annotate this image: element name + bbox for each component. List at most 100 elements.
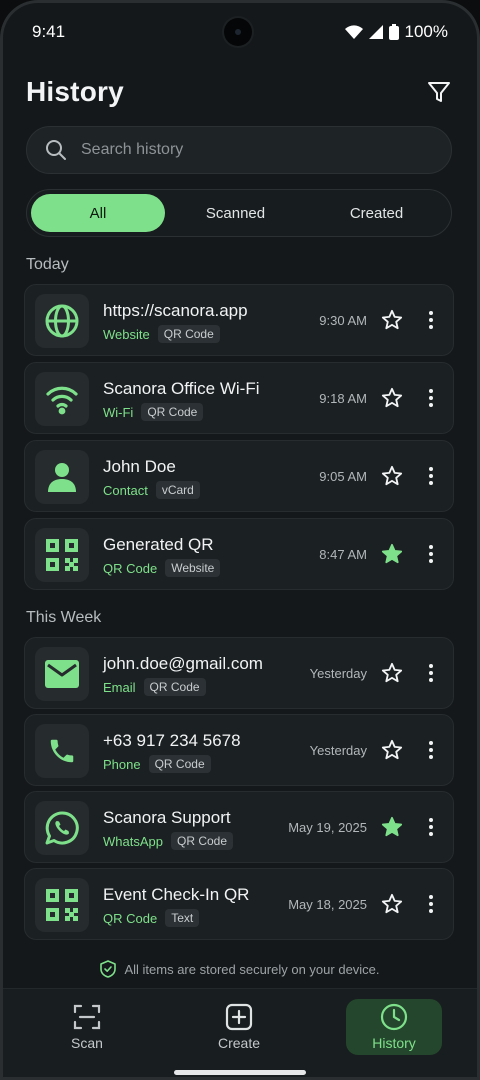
nav-scan[interactable]: Scan — [39, 999, 135, 1055]
more-options-button[interactable] — [423, 893, 439, 915]
nav-scan-label: Scan — [71, 1035, 103, 1051]
item-title: https://scanora.app — [103, 301, 248, 320]
filter-tabs: All Scanned Created — [26, 189, 452, 237]
item-title: John Doe — [103, 457, 176, 476]
app-screen: 9:41 100% History All Scanned Created To… — [0, 0, 480, 1080]
item-type: Contact — [103, 482, 148, 498]
item-title: Generated QR — [103, 535, 214, 554]
item-title: +63 917 234 5678 — [103, 731, 241, 750]
item-badge: QR Code — [141, 403, 204, 421]
item-meta: QR Code Website — [103, 559, 221, 577]
more-options-button[interactable] — [423, 309, 439, 331]
item-badge: QR Code — [157, 325, 220, 343]
section-label-today: Today — [26, 256, 69, 273]
battery-icon — [388, 24, 399, 40]
item-badge: QR Code — [143, 678, 206, 696]
item-icon-tile — [35, 450, 89, 504]
page-title: History — [26, 76, 124, 107]
more-options-button[interactable] — [423, 662, 439, 684]
more-options-button[interactable] — [423, 543, 439, 565]
item-type: Wi-Fi — [103, 404, 134, 420]
item-meta: Contact vCard — [103, 481, 200, 499]
item-time: May 19, 2025 — [288, 820, 367, 835]
nav-create[interactable]: Create — [191, 999, 287, 1055]
search-bar[interactable] — [26, 126, 452, 174]
item-icon-tile — [35, 801, 89, 855]
star-outline-icon[interactable] — [381, 465, 403, 487]
more-options-button[interactable] — [423, 739, 439, 761]
item-meta: Phone QR Code — [103, 755, 211, 773]
item-time: 8:47 AM — [319, 547, 367, 562]
status-time: 9:41 — [32, 22, 66, 41]
tab-created[interactable]: Created — [306, 194, 447, 232]
nav-history-label: History — [372, 1035, 416, 1051]
whatsapp-icon — [45, 811, 79, 845]
item-meta: Email QR Code — [103, 678, 206, 696]
item-title: Scanora Support — [103, 808, 231, 827]
more-vert-icon — [429, 895, 433, 913]
more-options-button[interactable] — [423, 465, 439, 487]
history-item[interactable]: +63 917 234 5678 Phone QR Code Yesterday — [24, 714, 454, 786]
history-item[interactable]: Event Check-In QR QR Code Text May 18, 2… — [24, 868, 454, 940]
item-badge: vCard — [155, 481, 200, 499]
phone-icon — [50, 739, 74, 763]
history-item[interactable]: Scanora Office Wi-Fi Wi-Fi QR Code 9:18 … — [24, 362, 454, 434]
history-item[interactable]: John Doe Contact vCard 9:05 AM — [24, 440, 454, 512]
item-meta: WhatsApp QR Code — [103, 832, 234, 850]
item-type: Email — [103, 679, 136, 695]
more-options-button[interactable] — [423, 387, 439, 409]
scan-icon — [73, 1004, 101, 1030]
bottom-navigation: Scan Create History — [0, 988, 480, 1080]
item-type: Website — [103, 326, 150, 342]
item-badge: QR Code — [170, 832, 234, 850]
qr-code-icon — [46, 539, 78, 571]
item-time: May 18, 2025 — [288, 897, 367, 912]
filter-button[interactable] — [424, 77, 454, 107]
item-time: 9:18 AM — [319, 391, 367, 406]
history-item[interactable]: Scanora Support WhatsApp QR Code May 19,… — [24, 791, 454, 863]
item-meta: Wi-Fi QR Code — [103, 403, 204, 421]
star-outline-icon[interactable] — [381, 739, 403, 761]
item-time: 9:30 AM — [319, 313, 367, 328]
more-vert-icon — [429, 545, 433, 563]
nav-create-label: Create — [217, 1035, 261, 1051]
item-title: Event Check-In QR — [103, 885, 250, 904]
item-icon-tile — [35, 294, 89, 348]
star-outline-icon[interactable] — [381, 387, 403, 409]
history-item[interactable]: Generated QR QR Code Website 8:47 AM — [24, 518, 454, 590]
star-outline-icon[interactable] — [381, 309, 403, 331]
nav-history[interactable]: History — [346, 999, 442, 1055]
item-type: WhatsApp — [103, 833, 163, 849]
tab-all[interactable]: All — [31, 194, 165, 232]
more-vert-icon — [429, 467, 433, 485]
more-vert-icon — [429, 311, 433, 329]
secure-storage-note: All items are stored securely on your de… — [0, 960, 480, 978]
star-outline-icon[interactable] — [381, 662, 403, 684]
history-item[interactable]: john.doe@gmail.com Email QR Code Yesterd… — [24, 637, 454, 709]
item-meta: Website QR Code — [103, 325, 220, 343]
battery-percent: 100% — [404, 22, 448, 41]
star-filled-icon[interactable] — [381, 816, 403, 838]
item-type: QR Code — [103, 560, 158, 576]
tab-scanned[interactable]: Scanned — [165, 194, 306, 232]
search-input[interactable] — [81, 141, 421, 159]
wifi-icon — [46, 386, 78, 415]
home-indicator[interactable] — [174, 1070, 306, 1075]
more-options-button[interactable] — [423, 816, 439, 838]
item-title: john.doe@gmail.com — [103, 654, 263, 673]
plus-square-icon — [225, 1003, 253, 1031]
globe-icon — [45, 304, 79, 338]
item-icon-tile — [35, 372, 89, 426]
item-icon-tile — [35, 647, 89, 701]
signal-icon — [368, 25, 383, 39]
status-icons: 100% — [344, 22, 448, 42]
more-vert-icon — [429, 818, 433, 836]
search-icon — [46, 140, 66, 160]
star-outline-icon[interactable] — [381, 893, 403, 915]
item-title: Scanora Office Wi-Fi — [103, 379, 260, 398]
history-item[interactable]: https://scanora.app Website QR Code 9:30… — [24, 284, 454, 356]
item-icon-tile — [35, 878, 89, 932]
item-time: Yesterday — [309, 666, 367, 681]
more-vert-icon — [429, 664, 433, 682]
star-filled-icon[interactable] — [381, 543, 403, 565]
